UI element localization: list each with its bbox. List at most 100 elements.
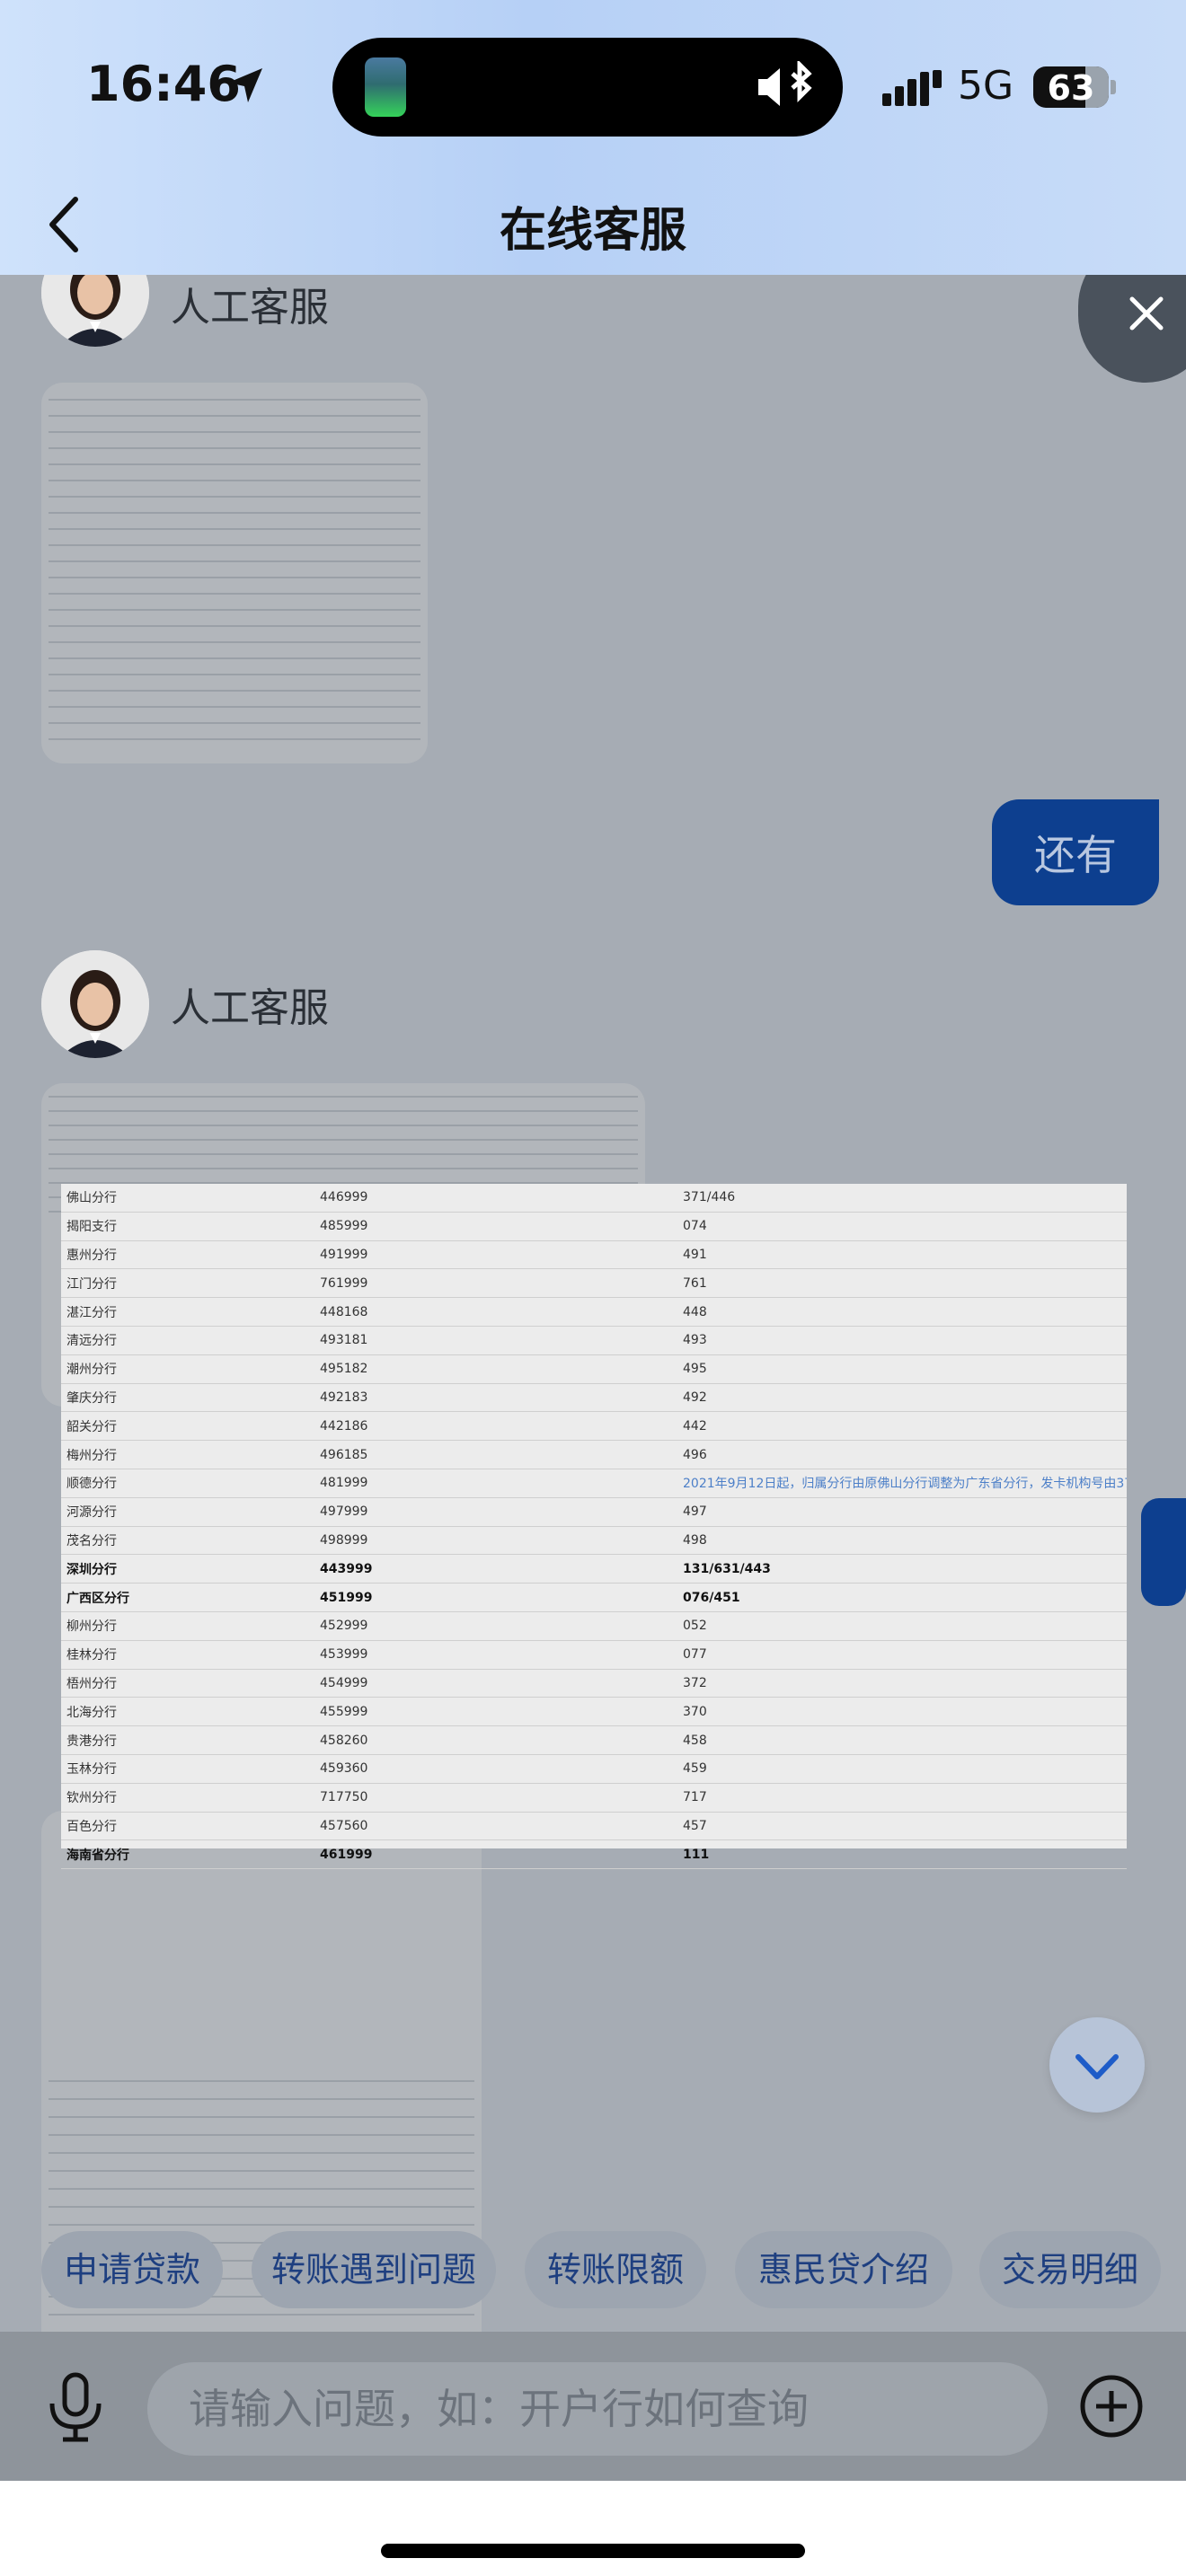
cellular-signal-icon bbox=[882, 70, 942, 106]
chip-transfer-problem[interactable]: 转账遇到问题 bbox=[252, 2231, 496, 2308]
add-icon[interactable] bbox=[1078, 2373, 1145, 2439]
card-issuer-code: 371/446 bbox=[683, 1190, 736, 1205]
branch-name: 贵港分行 bbox=[66, 1734, 117, 1749]
table-row: 百色分行 457560 457 bbox=[61, 1813, 1127, 1841]
table-row: 梧州分行 454999 372 bbox=[61, 1670, 1127, 1698]
table-row: 北海分行 455999 370 bbox=[61, 1698, 1127, 1727]
branch-code: 761999 bbox=[320, 1275, 368, 1291]
card-issuer-code: 491 bbox=[683, 1247, 707, 1262]
branch-name: 惠州分行 bbox=[66, 1248, 117, 1263]
table-image-thumbnail[interactable] bbox=[41, 383, 428, 763]
status-time: 16:46 bbox=[86, 56, 241, 112]
card-issuer-code: 496 bbox=[683, 1447, 707, 1462]
branch-name: 韶关分行 bbox=[66, 1419, 117, 1434]
now-playing-thumbnail bbox=[365, 57, 406, 117]
branch-code: 496185 bbox=[320, 1447, 368, 1462]
branch-name: 梅州分行 bbox=[66, 1448, 117, 1463]
branch-name: 玉林分行 bbox=[66, 1762, 117, 1778]
chip-transfer-limit[interactable]: 转账限额 bbox=[525, 2231, 706, 2308]
branch-code: 493181 bbox=[320, 1333, 368, 1348]
battery-level: 63 bbox=[1047, 68, 1095, 108]
table-row: 河源分行 497999 497 bbox=[61, 1498, 1127, 1527]
card-issuer-code: 448 bbox=[683, 1304, 707, 1319]
table-row: 贵港分行 458260 458 bbox=[61, 1726, 1127, 1755]
card-issuer-code: 458 bbox=[683, 1733, 707, 1748]
card-issuer-code: 717 bbox=[683, 1790, 707, 1805]
branch-name: 北海分行 bbox=[66, 1705, 117, 1720]
card-issuer-code: 077 bbox=[683, 1647, 707, 1663]
card-issuer-code: 457 bbox=[683, 1818, 707, 1833]
home-area bbox=[0, 2481, 1186, 2576]
agent-portrait-icon bbox=[41, 950, 149, 1058]
chip-apply-loan[interactable]: 申请贷款 bbox=[41, 2231, 223, 2308]
branch-name: 潮州分行 bbox=[66, 1363, 117, 1378]
table-row: 桂林分行 453999 077 bbox=[61, 1641, 1127, 1670]
branch-code: 491999 bbox=[320, 1247, 368, 1262]
table-row: 湛江分行 448168 448 bbox=[61, 1298, 1127, 1327]
table-row: 揭阳支行 485999 074 bbox=[61, 1213, 1127, 1241]
question-input[interactable]: 请输入问题，如：开户行如何查询 bbox=[147, 2362, 1048, 2456]
branch-name: 河源分行 bbox=[66, 1505, 117, 1521]
branch-code: 448168 bbox=[320, 1304, 368, 1319]
table-row: 惠州分行 491999 491 bbox=[61, 1241, 1127, 1270]
branch-name: 百色分行 bbox=[66, 1819, 117, 1834]
table-row: 韶关分行 442186 442 bbox=[61, 1412, 1127, 1442]
card-issuer-code: 492 bbox=[683, 1389, 707, 1405]
dynamic-island bbox=[332, 38, 843, 137]
scroll-to-bottom-button[interactable] bbox=[1049, 2017, 1145, 2113]
branch-code: 451999 bbox=[320, 1590, 373, 1605]
branch-name: 清远分行 bbox=[66, 1334, 117, 1349]
agent-name: 人工客服 bbox=[171, 285, 329, 331]
card-issuer-code: 495 bbox=[683, 1362, 707, 1377]
branch-code: 457560 bbox=[320, 1818, 368, 1833]
branch-code: 492183 bbox=[320, 1389, 368, 1405]
branch-code: 498999 bbox=[320, 1532, 368, 1548]
card-issuer-code: 493 bbox=[683, 1333, 707, 1348]
enlarged-table-image[interactable]: 佛山分行 446999 371/446 揭阳支行 485999 074 惠州分行 491999… bbox=[61, 1184, 1127, 1870]
branch-name: 柳州分行 bbox=[66, 1619, 117, 1635]
chip-huimin-loan[interactable]: 惠民贷介绍 bbox=[735, 2231, 952, 2308]
card-issuer-code: 052 bbox=[683, 1619, 707, 1634]
network-type: 5G bbox=[958, 63, 1014, 109]
branch-note: 2021年9月12日起，归属分行由原佛山分行调整为广东省分行，发卡机构号由371… bbox=[683, 1477, 1127, 1492]
close-icon[interactable] bbox=[1125, 292, 1168, 335]
table-row: 广西区分行 451999 076/451 bbox=[61, 1584, 1127, 1612]
card-issuer-code: 131/631/443 bbox=[683, 1561, 771, 1576]
user-message-bubble: 还有 bbox=[992, 799, 1159, 905]
mute-bluetooth-icon bbox=[758, 61, 812, 106]
branch-name: 肇庆分行 bbox=[66, 1390, 117, 1406]
branch-code: 459360 bbox=[320, 1761, 368, 1777]
agent-avatar bbox=[41, 950, 149, 1058]
branch-code: 454999 bbox=[320, 1675, 368, 1690]
branch-name: 海南省分行 bbox=[66, 1848, 129, 1863]
page-title: 在线客服 bbox=[499, 204, 686, 258]
table-row: 江门分行 761999 761 bbox=[61, 1269, 1127, 1299]
branch-name: 桂林分行 bbox=[66, 1648, 117, 1663]
branch-code: 442186 bbox=[320, 1418, 368, 1434]
chevron-down-icon bbox=[1075, 2054, 1119, 2079]
card-issuer-code: 370 bbox=[683, 1704, 707, 1719]
card-issuer-code: 497 bbox=[683, 1504, 707, 1520]
card-issuer-code: 074 bbox=[683, 1219, 707, 1234]
branch-name: 梧州分行 bbox=[66, 1676, 117, 1691]
chip-transaction-details[interactable]: 交易明细 bbox=[979, 2231, 1161, 2308]
branch-name: 深圳分行 bbox=[66, 1562, 117, 1577]
table-row: 佛山分行 446999 371/446 bbox=[61, 1184, 1127, 1213]
card-issuer-code: 761 bbox=[683, 1275, 707, 1291]
branch-name: 湛江分行 bbox=[66, 1305, 117, 1320]
branch-code: 481999 bbox=[320, 1476, 368, 1491]
table-row: 潮州分行 495182 495 bbox=[61, 1355, 1127, 1384]
header-bar: 16:46 5G 63 在线客服 bbox=[0, 0, 1186, 275]
branch-name: 江门分行 bbox=[66, 1276, 117, 1292]
input-bar: 请输入问题，如：开户行如何查询 bbox=[0, 2332, 1186, 2481]
card-issuer-code: 076/451 bbox=[683, 1590, 740, 1605]
card-issuer-code: 111 bbox=[683, 1847, 710, 1862]
home-indicator[interactable] bbox=[381, 2544, 805, 2558]
microphone-icon[interactable] bbox=[43, 2371, 108, 2443]
table-row: 顺德分行 481999 2021年9月12日起，归属分行由原佛山分行调整为广东省分行… bbox=[61, 1469, 1127, 1498]
branch-name: 佛山分行 bbox=[66, 1191, 117, 1206]
branch-code: 497999 bbox=[320, 1504, 368, 1520]
table-row: 深圳分行 443999 131/631/443 bbox=[61, 1555, 1127, 1584]
branch-code: 461999 bbox=[320, 1847, 373, 1862]
branch-code: 458260 bbox=[320, 1733, 368, 1748]
